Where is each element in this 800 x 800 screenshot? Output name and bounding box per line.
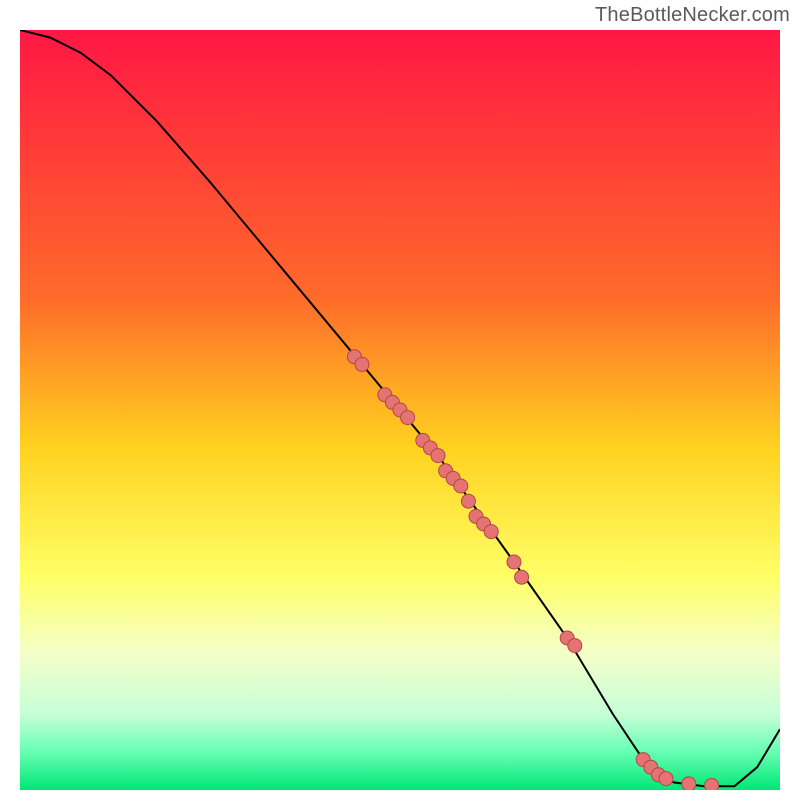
chart-container: TheBottleNecker.com xyxy=(0,0,800,800)
data-point xyxy=(659,772,673,786)
data-point xyxy=(484,525,498,539)
data-point xyxy=(515,570,529,584)
data-point xyxy=(461,494,475,508)
data-point xyxy=(454,479,468,493)
data-point-group xyxy=(347,350,718,790)
data-point xyxy=(355,357,369,371)
chart-overlay xyxy=(20,30,780,790)
data-point xyxy=(568,639,582,653)
data-point xyxy=(682,777,696,790)
data-point xyxy=(431,449,445,463)
data-point xyxy=(401,411,415,425)
plot-area xyxy=(20,30,780,790)
data-point xyxy=(507,555,521,569)
attribution-text: TheBottleNecker.com xyxy=(595,4,790,27)
data-point xyxy=(705,778,719,790)
